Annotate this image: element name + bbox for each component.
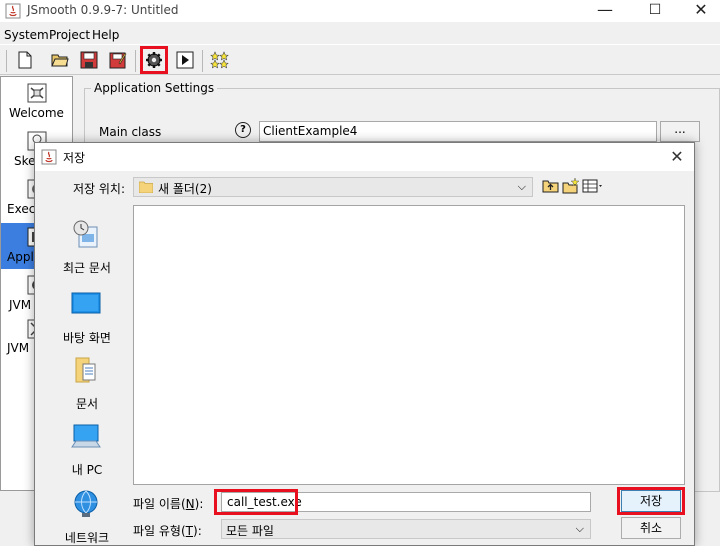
menu-system[interactable]: System — [4, 28, 49, 42]
chevron-down-icon: ⌵ — [517, 180, 526, 193]
desktop-icon — [71, 292, 101, 314]
menu-project[interactable]: Project — [49, 28, 90, 42]
dialog-title: 저장 — [63, 151, 86, 165]
section-label: Welcome — [9, 106, 64, 120]
file-list[interactable] — [133, 205, 685, 485]
title-bar: JSmooth 0.9.9-7: Untitled — ☐ ✕ — [0, 0, 720, 22]
run-icon — [176, 51, 194, 69]
place-label: 최근 문서 — [63, 261, 111, 275]
main-class-label: Main class — [99, 125, 162, 139]
up-folder-button[interactable] — [542, 177, 560, 195]
new-folder-icon — [562, 177, 580, 194]
toolbar-separator — [135, 50, 136, 72]
network-icon — [74, 490, 98, 517]
compile-button[interactable] — [140, 46, 168, 74]
save-location-value: 새 폴더(2) — [158, 182, 212, 196]
my-pc-icon — [71, 424, 101, 448]
minimize-button[interactable]: — — [582, 0, 628, 22]
menu-bar: System Project Help — [0, 26, 720, 44]
main-class-browse-button[interactable]: ... — [660, 121, 700, 142]
java-app-icon — [41, 149, 57, 165]
welcome-icon — [27, 83, 47, 103]
about-stars-icon — [210, 51, 229, 69]
dialog-cancel-button[interactable]: 취소 — [621, 517, 681, 539]
place-my-pc[interactable]: 내 PC — [45, 421, 129, 485]
open-folder-icon — [51, 54, 69, 67]
details-view-icon — [582, 179, 602, 193]
chevron-down-icon: ⌵ — [575, 522, 584, 535]
file-type-label: 파일 유형(T): — [133, 524, 202, 538]
save-icon — [80, 51, 98, 69]
maximize-button[interactable]: ☐ — [632, 0, 678, 22]
menu-help[interactable]: Help — [92, 28, 119, 42]
place-documents[interactable]: 문서 — [45, 355, 129, 419]
new-folder-button[interactable] — [562, 177, 580, 195]
place-label: 네트워크 — [64, 531, 110, 545]
place-label: 문서 — [75, 397, 99, 411]
new-file-icon — [18, 51, 32, 69]
dialog-title-bar: 저장 ✕ — [35, 143, 694, 171]
place-label: 바탕 화면 — [63, 331, 111, 345]
save-location-label: 저장 위치: — [73, 182, 126, 196]
places-bar: 최근 문서 바탕 화면 문서 내 PC 네트워크 — [45, 205, 129, 545]
recent-documents-icon — [73, 220, 98, 248]
save-as-icon — [109, 52, 127, 69]
file-type-combo[interactable]: 모든 파일 ⌵ — [221, 519, 591, 539]
section-welcome[interactable]: Welcome — [1, 79, 72, 125]
group-title: Application Settings — [91, 81, 218, 95]
toolbar-separator — [202, 50, 203, 72]
window-title: JSmooth 0.9.9-7: Untitled — [27, 3, 179, 17]
save-location-combo[interactable]: 새 폴더(2) ⌵ — [133, 177, 533, 197]
place-network[interactable]: 네트워크 — [45, 489, 129, 546]
run-button[interactable] — [174, 49, 196, 71]
place-label: 내 PC — [71, 463, 103, 477]
view-menu-button[interactable] — [582, 177, 606, 195]
new-button[interactable] — [14, 49, 36, 71]
toolbar-grip — [6, 50, 7, 72]
file-name-highlight — [214, 489, 298, 515]
toolbar — [0, 44, 720, 75]
about-button[interactable] — [208, 49, 230, 71]
place-recent-documents[interactable]: 최근 문서 — [45, 219, 129, 283]
save-dialog: 저장 ✕ 저장 위치: 새 폴더(2) ⌵ 최근 문서 바탕 화면 문서 내 P… — [34, 142, 695, 546]
documents-icon — [75, 357, 96, 383]
save-button[interactable] — [78, 49, 100, 71]
open-button[interactable] — [49, 49, 71, 71]
save-button-highlight — [617, 487, 685, 515]
file-name-label: 파일 이름(N): — [133, 497, 204, 511]
up-folder-icon — [542, 180, 559, 193]
folder-icon — [139, 181, 153, 193]
place-desktop[interactable]: 바탕 화면 — [45, 289, 129, 353]
dialog-close-button[interactable]: ✕ — [665, 146, 689, 168]
save-as-button[interactable] — [107, 49, 129, 71]
compile-gear-icon — [146, 52, 162, 68]
file-type-value: 모든 파일 — [226, 524, 274, 538]
help-icon[interactable]: ? — [235, 122, 251, 138]
close-button[interactable]: ✕ — [678, 0, 720, 22]
java-app-icon — [5, 3, 21, 19]
main-class-field[interactable]: ClientExample4 — [259, 121, 657, 142]
